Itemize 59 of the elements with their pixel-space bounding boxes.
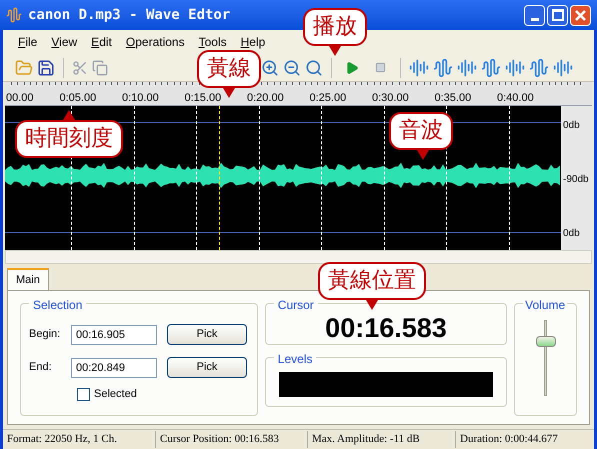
close-icon [575,10,586,20]
time-label: 0:40.00 [497,91,534,106]
minimize-button[interactable] [524,4,545,26]
stop-icon[interactable] [374,62,386,73]
menu-item[interactable]: Help [234,33,272,51]
checkbox[interactable] [77,388,90,401]
begin-label: Begin: [29,327,62,342]
copy-icon[interactable] [92,60,108,76]
waveform-icon[interactable] [409,58,429,78]
save-icon[interactable] [37,58,55,76]
horizontal-scrollbar[interactable] [5,250,592,264]
maximize-button[interactable] [547,4,568,26]
time-label: 0:20.00 [247,91,284,106]
zoom-out-icon[interactable] [283,58,301,76]
status-text: Format: 22050 Hz, 1 Ch. [6,432,118,448]
begin-field[interactable]: 00:16.905 [71,324,157,344]
checkbox-label: Selected [94,387,137,402]
time-label: 0:05.00 [60,91,96,106]
status-text: Max. Amplitude: -11 dB [307,431,455,448]
cut-icon[interactable] [72,60,88,76]
pick-button[interactable]: Pick [167,357,247,378]
time-label: 0:15.00 [184,91,222,106]
time-label: 0:30.00 [372,91,409,106]
menu-item[interactable]: Edit [84,33,119,51]
cursor-time: 00:16.583 [325,314,447,342]
waveform-icon[interactable] [505,58,525,78]
app-icon [6,7,22,23]
waveform-icon[interactable] [481,58,501,78]
time-label: 00.00 [6,91,34,106]
pick-button[interactable]: Pick [167,324,247,345]
status-text: Cursor Position: 00:16.583 [155,431,307,448]
status-text: Duration: 0:00:44.677 [455,431,594,448]
scale-label: 0db [563,119,580,133]
waveform-icon[interactable] [457,58,477,78]
end-label: End: [29,360,53,376]
play-icon[interactable] [345,60,359,74]
zoom-in-icon[interactable] [261,58,279,76]
volume-thumb[interactable] [536,336,556,348]
menu-item[interactable]: View [44,33,84,51]
close-button[interactable] [570,4,591,26]
waveform-icon[interactable] [529,58,549,78]
time-label: 0:25.00 [310,91,346,106]
callout: 黃線位置 [318,262,426,310]
callout: 播放 [303,8,367,56]
menu-item[interactable]: Operations [118,33,192,51]
scale-label: -90db [563,173,589,187]
search-icon[interactable] [305,58,323,76]
scale-label: 0db [563,227,580,241]
callout: 時間刻度 [15,110,123,158]
waveform-icon[interactable] [553,58,573,78]
waveform-icon[interactable] [433,58,453,78]
callout: 音波 [389,112,453,160]
time-label: 0:35.00 [434,91,472,106]
time-label: 0:10.00 [122,91,159,106]
menu-item[interactable]: File [11,33,44,51]
tab[interactable]: Main [7,268,49,290]
menu-item[interactable]: Tools [192,33,234,51]
end-field[interactable]: 00:20.849 [71,358,157,378]
window-title: canon D.mp3 - Wave Edtor [28,6,230,24]
